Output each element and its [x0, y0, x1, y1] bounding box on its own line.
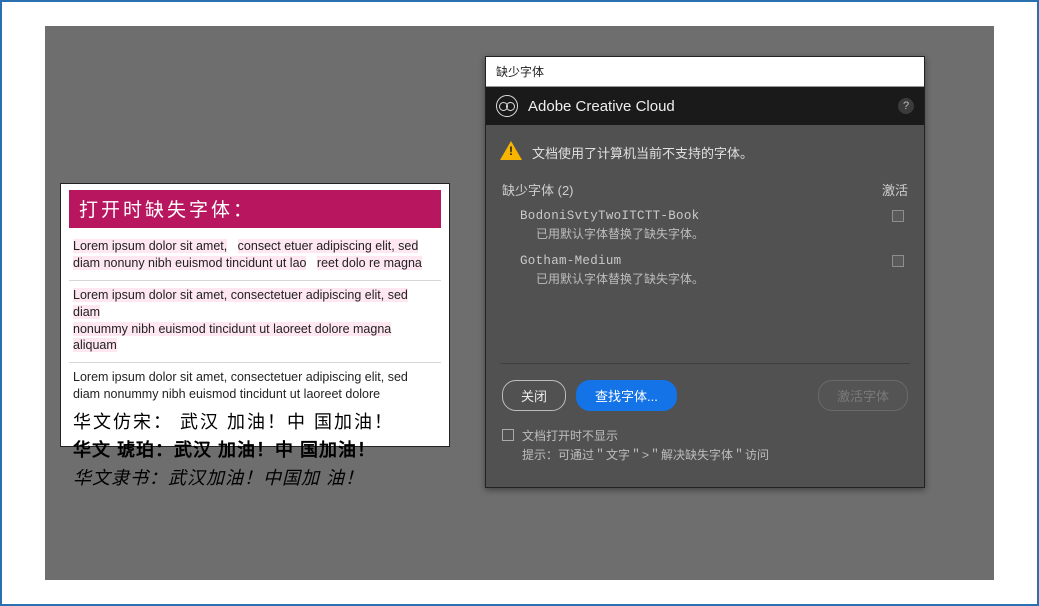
- paragraph-1: Lorem ipsum dolor sit amet, consect etue…: [69, 236, 441, 276]
- document-preview: 打开时缺失字体： Lorem ipsum dolor sit amet, con…: [60, 183, 450, 447]
- find-fonts-button[interactable]: 查找字体...: [576, 380, 677, 411]
- missing-fonts-header: 缺少字体 (2): [502, 180, 574, 199]
- creative-cloud-icon: [496, 95, 518, 117]
- font-message: 已用默认字体替换了缺失字体。: [520, 268, 904, 287]
- font-item: BodoniSvtyTwoITCTT-Book 已用默认字体替换了缺失字体。: [500, 205, 910, 250]
- creative-cloud-bar: Adobe Creative Cloud ?: [486, 87, 924, 125]
- dont-show-label: 文档打开时不显示: [522, 427, 769, 444]
- activate-checkbox[interactable]: [892, 255, 904, 267]
- close-button[interactable]: 关闭: [502, 380, 566, 411]
- font-name: Gotham-Medium: [520, 254, 621, 268]
- paragraph-3: Lorem ipsum dolor sit amet, consectetuer…: [69, 367, 441, 407]
- cn-line-3: 华文隶书：武汉加油！中国加 油！: [69, 463, 441, 491]
- warning-icon: [500, 141, 522, 160]
- activate-fonts-button: 激活字体: [818, 380, 908, 411]
- dont-show-checkbox[interactable]: [502, 429, 514, 441]
- cn-line-1: 华文仿宋： 武汉 加油！中 国加油！: [69, 407, 441, 435]
- activate-checkbox[interactable]: [892, 210, 904, 222]
- activate-header: 激活: [882, 180, 908, 199]
- paragraph-2: Lorem ipsum dolor sit amet, consectetuer…: [69, 285, 441, 359]
- doc-title: 打开时缺失字体：: [69, 190, 441, 228]
- missing-fonts-dialog: 缺少字体 Adobe Creative Cloud ? 文档使用了计算机当前不支…: [485, 56, 925, 488]
- font-message: 已用默认字体替换了缺失字体。: [520, 223, 904, 242]
- warning-text: 文档使用了计算机当前不支持的字体。: [532, 139, 753, 162]
- app-stage: 打开时缺失字体： Lorem ipsum dolor sit amet, con…: [45, 26, 994, 580]
- hint-text: 提示：可通过＂文字＂>＂解决缺失字体＂访问: [522, 444, 769, 463]
- help-icon[interactable]: ?: [898, 98, 914, 114]
- font-name: BodoniSvtyTwoITCTT-Book: [520, 209, 699, 223]
- cn-line-2: 华文 琥珀：武汉 加油！中 国加油！: [69, 435, 441, 463]
- creative-cloud-title: Adobe Creative Cloud: [528, 98, 675, 115]
- font-item: Gotham-Medium 已用默认字体替换了缺失字体。: [500, 250, 910, 295]
- dialog-title: 缺少字体: [486, 57, 924, 87]
